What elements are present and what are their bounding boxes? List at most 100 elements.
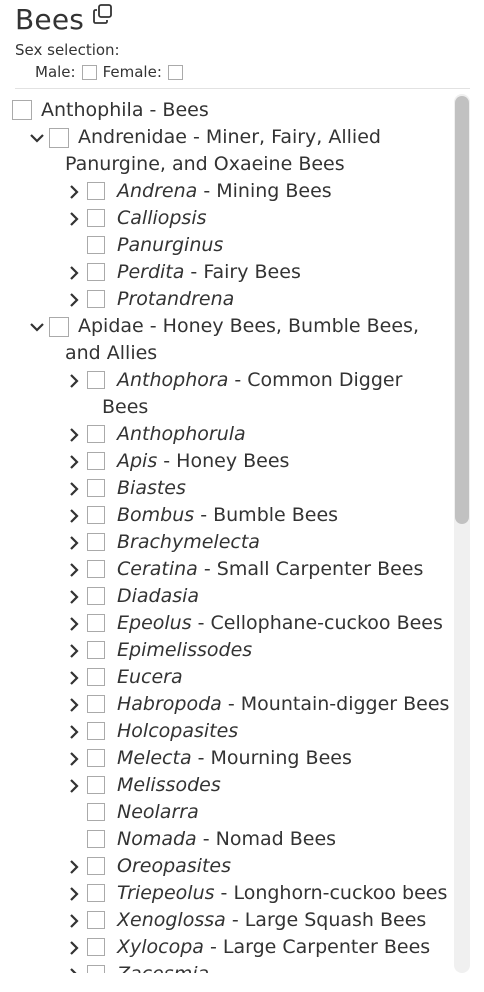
genus-item-bombus[interactable]: Bombus - Bumble Bees bbox=[117, 502, 338, 529]
chevron-right-icon[interactable] bbox=[66, 535, 82, 551]
copy-icon[interactable] bbox=[92, 3, 114, 25]
chevron-right-icon[interactable] bbox=[66, 886, 82, 902]
chevron-right-icon[interactable] bbox=[66, 697, 82, 713]
chevron-right-icon[interactable] bbox=[66, 481, 82, 497]
genus-checkbox-holcopasites[interactable] bbox=[87, 722, 105, 740]
chevron-down-icon[interactable] bbox=[29, 130, 45, 146]
genus-name: Anthophora bbox=[117, 369, 229, 391]
chevron-right-icon[interactable] bbox=[66, 265, 82, 281]
genus-checkbox-calliopsis[interactable] bbox=[87, 209, 105, 227]
genus-item-anthophorula[interactable]: Anthophorula bbox=[117, 421, 246, 448]
genus-checkbox-eucera[interactable] bbox=[87, 668, 105, 686]
chevron-right-icon[interactable] bbox=[66, 859, 82, 875]
genus-checkbox-perdita[interactable] bbox=[87, 263, 105, 281]
genus-checkbox-oreopasites[interactable] bbox=[87, 857, 105, 875]
genus-checkbox-zacesmia[interactable] bbox=[87, 965, 105, 973]
genus-checkbox-biastes[interactable] bbox=[87, 479, 105, 497]
chevron-right-icon[interactable] bbox=[66, 508, 82, 524]
genus-checkbox-anthophora[interactable] bbox=[87, 371, 105, 389]
genus-checkbox-xenoglossa[interactable] bbox=[87, 911, 105, 929]
divider bbox=[15, 88, 470, 89]
genus-checkbox-epimelissodes[interactable] bbox=[87, 641, 105, 659]
genus-checkbox-neolarra[interactable] bbox=[87, 803, 105, 821]
family-common-continued: and Allies bbox=[65, 342, 158, 364]
genus-checkbox-melissodes[interactable] bbox=[87, 776, 105, 794]
genus-item-habropoda[interactable]: Habropoda - Mountain-digger Bees bbox=[117, 691, 449, 718]
genus-checkbox-protandrena[interactable] bbox=[87, 290, 105, 308]
family-label-andrenidae: Andrenidae - Miner, Fairy, Allied bbox=[78, 124, 381, 151]
genus-item-perdita[interactable]: Perdita - Fairy Bees bbox=[117, 259, 301, 286]
genus-item-protandrena[interactable]: Protandrena bbox=[117, 286, 234, 313]
chevron-right-icon[interactable] bbox=[66, 940, 82, 956]
chevron-right-icon[interactable] bbox=[66, 913, 82, 929]
chevron-right-icon[interactable] bbox=[66, 670, 82, 686]
genus-checkbox-epeolus[interactable] bbox=[87, 614, 105, 632]
male-checkbox[interactable] bbox=[81, 64, 97, 80]
chevron-right-icon[interactable] bbox=[66, 724, 82, 740]
root-checkbox[interactable] bbox=[12, 100, 32, 120]
chevron-right-icon[interactable] bbox=[66, 373, 82, 389]
chevron-right-icon[interactable] bbox=[66, 211, 82, 227]
genus-item-zacesmia[interactable]: Zacesmia bbox=[117, 961, 209, 973]
root-label: Anthophila - Bees bbox=[41, 97, 209, 124]
chevron-right-icon[interactable] bbox=[66, 292, 82, 308]
chevron-right-icon[interactable] bbox=[66, 589, 82, 605]
genus-item-melecta[interactable]: Melecta - Mourning Bees bbox=[117, 745, 352, 772]
genus-checkbox-brachymelecta[interactable] bbox=[87, 533, 105, 551]
taxonomy-tree: Anthophila - Bees Andrenidae - Miner, Fai… bbox=[0, 94, 452, 973]
genus-name: Melecta bbox=[117, 747, 192, 769]
genus-checkbox-habropoda[interactable] bbox=[87, 695, 105, 713]
genus-name: Perdita bbox=[117, 261, 185, 283]
genus-item-anthophora[interactable]: Anthophora - Common Digger bbox=[117, 367, 402, 394]
genus-checkbox-diadasia[interactable] bbox=[87, 587, 105, 605]
genus-checkbox-apis[interactable] bbox=[87, 452, 105, 470]
family-checkbox-apidae[interactable] bbox=[49, 317, 69, 337]
chevron-right-icon[interactable] bbox=[66, 562, 82, 578]
genus-name: Andrena bbox=[117, 180, 198, 202]
genus-item-diadasia[interactable]: Diadasia bbox=[117, 583, 199, 610]
genus-item-calliopsis[interactable]: Calliopsis bbox=[117, 205, 207, 232]
genus-checkbox-melecta[interactable] bbox=[87, 749, 105, 767]
chevron-right-icon[interactable] bbox=[66, 751, 82, 767]
chevron-right-icon[interactable] bbox=[66, 454, 82, 470]
genus-checkbox-panurginus[interactable] bbox=[87, 236, 105, 254]
genus-item-panurginus[interactable]: Panurginus bbox=[117, 232, 223, 259]
genus-item-xylocopa[interactable]: Xylocopa - Large Carpenter Bees bbox=[117, 934, 430, 961]
sex-selection-row: Male: Female: bbox=[35, 63, 189, 81]
genus-item-epeolus[interactable]: Epeolus - Cellophane-cuckoo Bees bbox=[117, 610, 443, 637]
genus-checkbox-triepeolus[interactable] bbox=[87, 884, 105, 902]
genus-item-holcopasites[interactable]: Holcopasites bbox=[117, 718, 238, 745]
genus-checkbox-ceratina[interactable] bbox=[87, 560, 105, 578]
genus-item-nomada[interactable]: Nomada - Nomad Bees bbox=[117, 826, 336, 853]
genus-item-neolarra[interactable]: Neolarra bbox=[117, 799, 199, 826]
genus-common: - Large Squash Bees bbox=[225, 909, 427, 931]
genus-name: Neolarra bbox=[117, 801, 199, 823]
chevron-right-icon[interactable] bbox=[66, 184, 82, 200]
family-checkbox-andrenidae[interactable] bbox=[49, 128, 69, 148]
genus-item-epimelissodes[interactable]: Epimelissodes bbox=[117, 637, 252, 664]
chevron-right-icon[interactable] bbox=[66, 967, 82, 973]
chevron-right-icon[interactable] bbox=[66, 616, 82, 632]
genus-item-apis[interactable]: Apis - Honey Bees bbox=[117, 448, 289, 475]
chevron-right-icon[interactable] bbox=[66, 778, 82, 794]
genus-item-ceratina[interactable]: Ceratina - Small Carpenter Bees bbox=[117, 556, 423, 583]
genus-item-xenoglossa[interactable]: Xenoglossa - Large Squash Bees bbox=[117, 907, 426, 934]
genus-checkbox-nomada[interactable] bbox=[87, 830, 105, 848]
female-checkbox[interactable] bbox=[167, 64, 183, 80]
genus-item-melissodes[interactable]: Melissodes bbox=[117, 772, 221, 799]
genus-item-oreopasites[interactable]: Oreopasites bbox=[117, 853, 231, 880]
genus-item-andrena[interactable]: Andrena - Mining Bees bbox=[117, 178, 332, 205]
chevron-down-icon[interactable] bbox=[29, 319, 45, 335]
chevron-right-icon[interactable] bbox=[66, 427, 82, 443]
chevron-right-icon[interactable] bbox=[66, 643, 82, 659]
genus-checkbox-andrena[interactable] bbox=[87, 182, 105, 200]
genus-checkbox-anthophorula[interactable] bbox=[87, 425, 105, 443]
genus-item-brachymelecta[interactable]: Brachymelecta bbox=[117, 529, 260, 556]
genus-common: - Mining Bees bbox=[197, 180, 332, 202]
scrollbar-thumb[interactable] bbox=[455, 96, 469, 524]
genus-checkbox-bombus[interactable] bbox=[87, 506, 105, 524]
genus-checkbox-xylocopa[interactable] bbox=[87, 938, 105, 956]
genus-item-triepeolus[interactable]: Triepeolus - Longhorn-cuckoo bees bbox=[117, 880, 447, 907]
genus-item-biastes[interactable]: Biastes bbox=[117, 475, 186, 502]
genus-item-eucera[interactable]: Eucera bbox=[117, 664, 183, 691]
